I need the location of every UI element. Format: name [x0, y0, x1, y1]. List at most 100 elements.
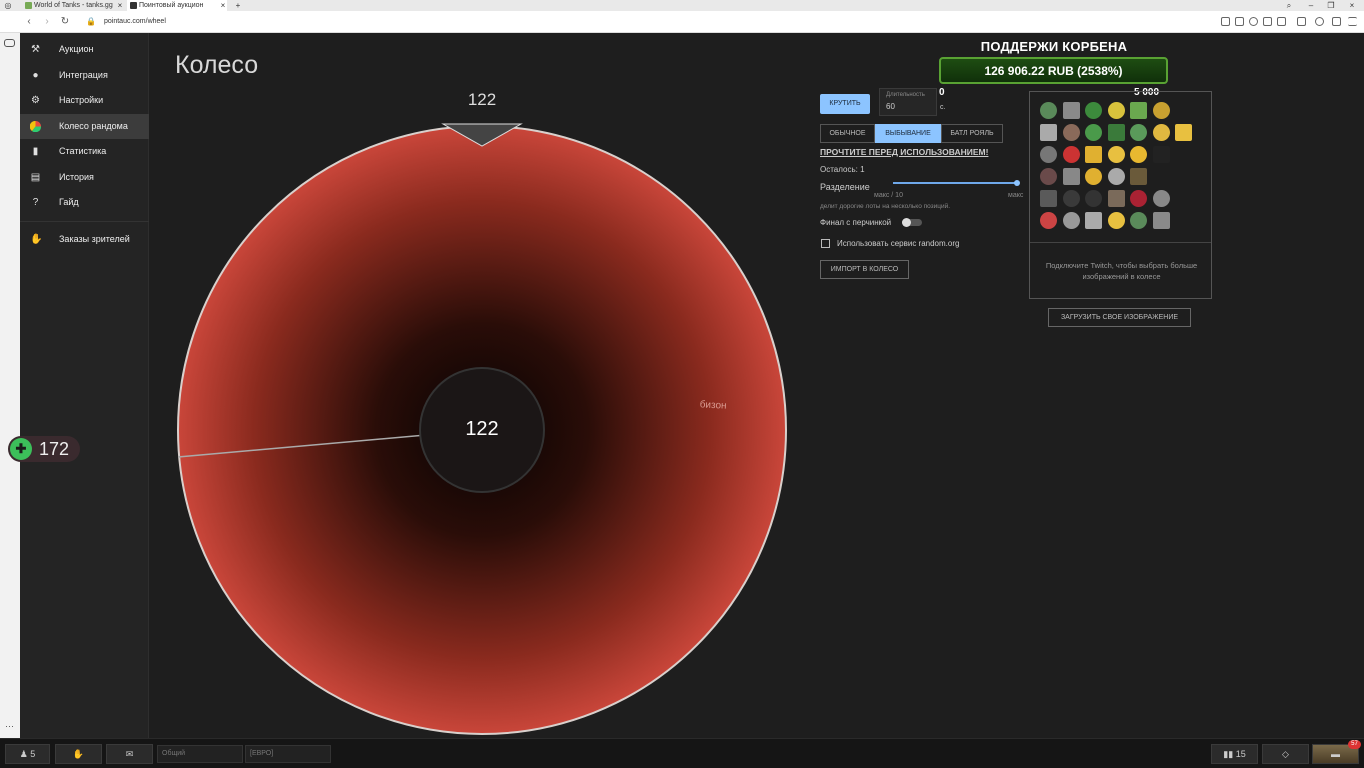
online-button[interactable]: ▮▮ 15 [1211, 744, 1258, 764]
sidebar-item-label: Интеграция [59, 70, 108, 80]
emote-thumbnail[interactable] [1040, 168, 1057, 185]
emote-thumbnail[interactable] [1175, 124, 1192, 141]
split-slider-handle[interactable] [1014, 180, 1020, 186]
sidebar-item-integration[interactable]: ● Интеграция [20, 63, 149, 88]
forward-icon[interactable]: › [40, 15, 54, 29]
emote-thumbnail[interactable] [1040, 190, 1057, 207]
emote-thumbnail[interactable] [1040, 212, 1057, 229]
tab-label: World of Tanks - tanks.gg [34, 2, 113, 9]
extension-icon[interactable] [1297, 17, 1306, 26]
emote-thumbnail[interactable] [1152, 102, 1170, 119]
platoon-button[interactable]: ♟ 5 [5, 744, 50, 764]
emote-thumbnail[interactable] [1152, 124, 1170, 141]
emote-thumbnail[interactable] [1062, 212, 1080, 229]
handshake-button[interactable]: ✋ [55, 744, 102, 764]
emote-thumbnail[interactable] [1062, 124, 1080, 141]
emote-thumbnail[interactable] [1130, 124, 1147, 141]
sidebar-item-label: Заказы зрителей [59, 234, 130, 244]
new-tab-icon[interactable]: + [232, 0, 244, 11]
emote-thumbnail[interactable] [1085, 124, 1102, 141]
heart-icon[interactable] [1277, 17, 1286, 26]
tab-pointauc[interactable]: Поинтовый аукцион [127, 0, 227, 11]
tab-tanks[interactable]: World of Tanks - tanks.gg [22, 0, 114, 11]
side-badge: ✚ 172 [8, 436, 80, 462]
sidebar-item-settings[interactable]: ⚙ Настройки [20, 88, 149, 113]
menu-icon[interactable] [1348, 17, 1357, 26]
split-slider[interactable] [893, 182, 1018, 184]
play-icon[interactable] [1263, 17, 1272, 26]
chat-general-channel[interactable]: Общий [157, 745, 243, 763]
tanks-favicon-icon [25, 2, 32, 9]
search-icon[interactable]: ⌕ [1283, 0, 1295, 11]
emote-thumbnail[interactable] [1040, 102, 1057, 119]
random-org-label: Использовать сервис random.org [837, 239, 960, 248]
final-toggle[interactable] [902, 218, 922, 227]
online-count: 15 [1235, 749, 1246, 759]
sidebar-item-viewer-orders[interactable]: ✋ Заказы зрителей [20, 227, 149, 252]
sidebar-item-statistics[interactable]: ▮ Статистика [20, 139, 149, 164]
emote-thumbnail[interactable] [1107, 212, 1125, 229]
emote-thumbnail[interactable] [1085, 146, 1102, 163]
shield-icon[interactable] [1249, 17, 1258, 26]
download-icon[interactable] [1332, 17, 1341, 26]
url-field[interactable]: pointauc.com/wheel [104, 16, 166, 28]
random-org-checkbox[interactable] [821, 239, 830, 248]
emote-thumbnail[interactable] [1130, 212, 1147, 229]
profile-icon[interactable] [1315, 17, 1324, 26]
emote-thumbnail[interactable] [1152, 212, 1170, 229]
minimize-icon[interactable]: – [1305, 0, 1317, 11]
emote-thumbnail[interactable] [1130, 146, 1147, 163]
chat-region-channel[interactable]: [ЕВРО] [245, 745, 331, 763]
emote-thumbnail[interactable] [1062, 190, 1080, 207]
tab-mode-elimination[interactable]: ВЫБЫВАНИЕ [875, 124, 941, 143]
emote-thumbnail[interactable] [1130, 102, 1147, 119]
final-label: Финал с перчинкой [820, 218, 892, 227]
pointer-value: 122 [467, 90, 497, 109]
emote-thumbnail[interactable] [1107, 124, 1125, 141]
share-icon[interactable] [1221, 17, 1230, 26]
gamepad-icon[interactable] [4, 39, 15, 47]
emote-thumbnail[interactable] [1085, 212, 1102, 229]
duration-field[interactable]: Длительность 60 [879, 88, 937, 116]
close-tab-icon[interactable]: × [114, 0, 126, 11]
emote-thumbnail[interactable] [1040, 124, 1057, 141]
spin-button[interactable]: КРУТИТЬ [820, 94, 870, 114]
read-before-use-link[interactable]: ПРОЧТИТЕ ПЕРЕД ИСПОЛЬЗОВАНИЕМ! [820, 147, 988, 157]
emote-thumbnail[interactable] [1040, 146, 1057, 163]
import-button[interactable]: ИМПОРТ В КОЛЕСО [820, 260, 909, 279]
emote-thumbnail[interactable] [1152, 190, 1170, 207]
emote-thumbnail[interactable] [1062, 146, 1080, 163]
close-window-icon[interactable]: × [1346, 0, 1358, 11]
tab-mode-battle-royale[interactable]: БАТЛ РОЯЛЬ [941, 124, 1003, 143]
emote-thumbnail[interactable] [1130, 190, 1147, 207]
tab-mode-normal[interactable]: ОБЫЧНОЕ [820, 124, 875, 143]
emote-thumbnail[interactable] [1107, 190, 1125, 207]
random-wheel[interactable]: 122 бизон [175, 120, 790, 735]
chat-button[interactable]: ✉ [106, 744, 153, 764]
emote-thumbnail[interactable] [1062, 168, 1080, 185]
sidebar-item-auction[interactable]: ⚒ Аукцион [20, 37, 149, 62]
restore-icon[interactable]: ❐ [1325, 0, 1337, 11]
pie-chart-icon [29, 120, 42, 133]
emote-thumbnail[interactable] [1062, 102, 1080, 119]
sidebar-item-wheel[interactable]: Колесо рандома [20, 114, 149, 139]
emote-thumbnail[interactable] [1152, 146, 1170, 163]
screenshot-icon[interactable] [1235, 17, 1244, 26]
more-icon[interactable]: ⋯ [5, 721, 14, 732]
emote-thumbnail[interactable] [1107, 102, 1125, 119]
emote-thumbnail[interactable] [1107, 168, 1125, 185]
sidebar-item-history[interactable]: ▤ История [20, 165, 149, 190]
close-tab-icon[interactable]: × [217, 0, 229, 11]
sidebar-item-guide[interactable]: ? Гайд [20, 190, 149, 215]
settings-eye-button[interactable]: ◇ [1262, 744, 1309, 764]
back-icon[interactable]: ‹ [22, 15, 36, 29]
emote-thumbnail[interactable] [1085, 168, 1102, 185]
emote-thumbnail[interactable] [1130, 168, 1147, 185]
emote-thumbnail[interactable] [1085, 190, 1102, 207]
emote-thumbnail[interactable] [1085, 102, 1102, 119]
upload-image-button[interactable]: ЗАГРУЗИТЬ СВОЕ ИЗОБРАЖЕНИЕ [1048, 308, 1191, 327]
emote-thumbnail[interactable] [1107, 146, 1125, 163]
gavel-icon: ⚒ [31, 44, 40, 55]
reload-icon[interactable]: ↻ [58, 15, 72, 29]
browser-menu-icon[interactable]: ◎ [2, 0, 14, 11]
